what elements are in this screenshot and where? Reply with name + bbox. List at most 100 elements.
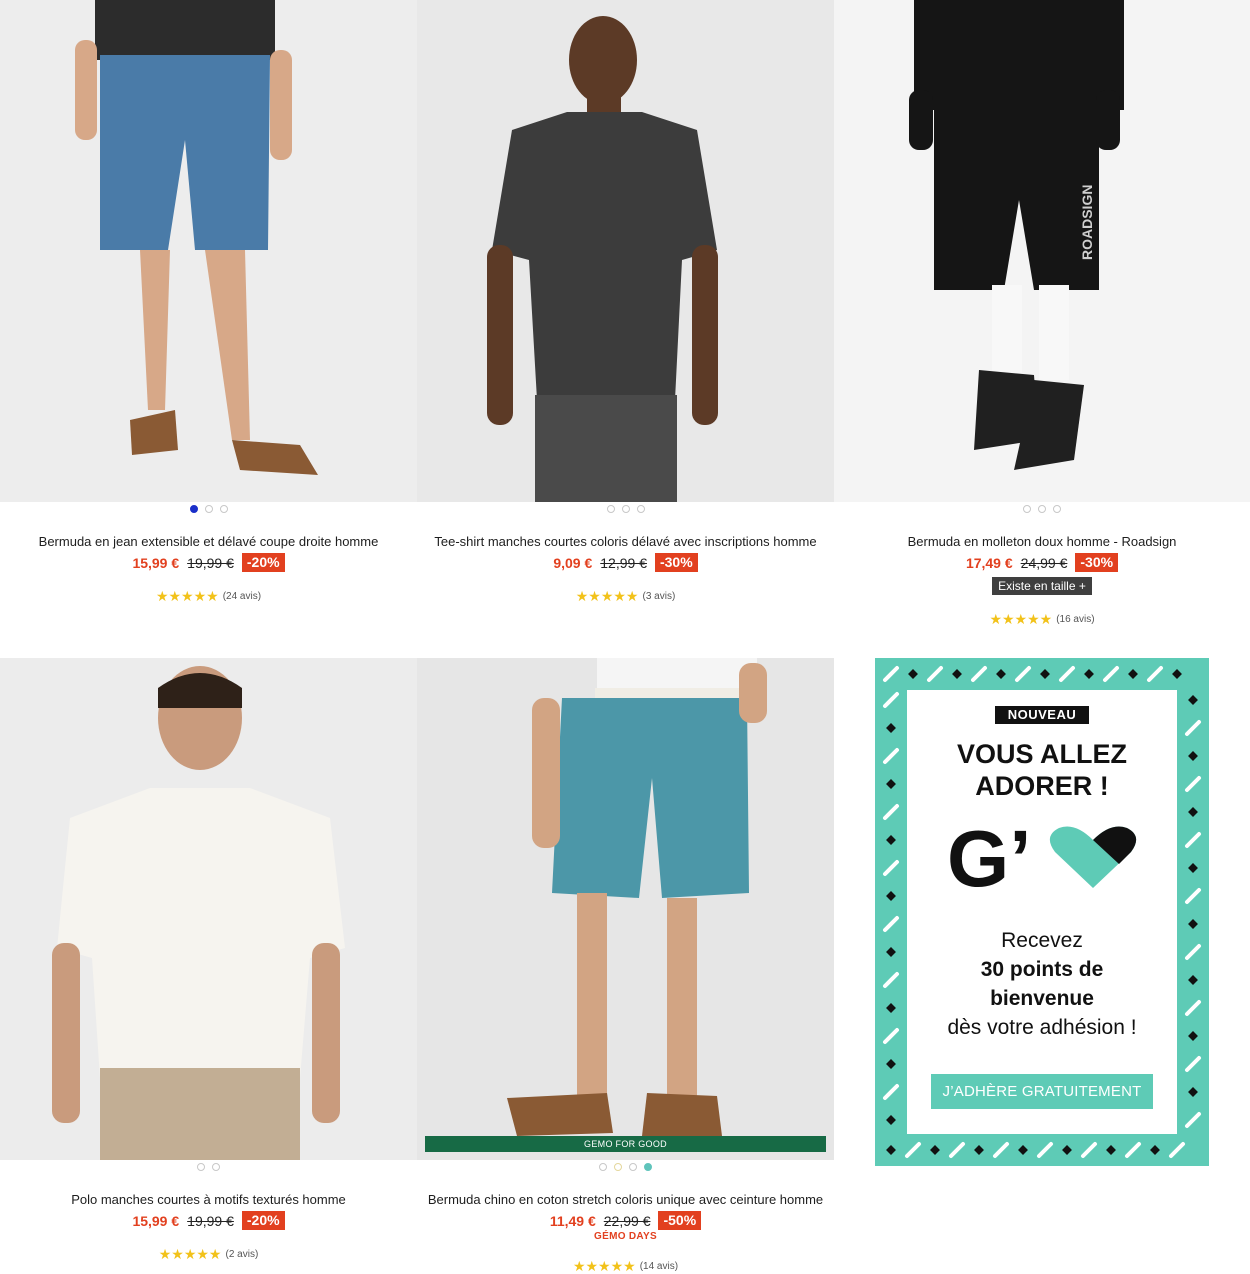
review-count: (3 avis): [642, 590, 676, 602]
pattern-dash: [949, 1142, 965, 1158]
product-photo-tee-shirt: [417, 0, 834, 502]
carousel-dot[interactable]: [197, 1163, 205, 1171]
rating[interactable]: ★★★★★ (14 avis): [417, 1259, 834, 1273]
promo-text: Recevez: [1001, 929, 1083, 952]
carousel-dot[interactable]: [614, 1163, 622, 1171]
pattern-diamond: [886, 723, 896, 733]
pattern-diamond: [1188, 807, 1198, 817]
pattern-diamond: [1018, 1145, 1028, 1155]
product-title[interactable]: Bermuda chino en coton stretch coloris u…: [417, 1192, 834, 1207]
pattern-dash: [1185, 832, 1201, 848]
current-price: 17,49 €: [965, 554, 1013, 571]
image-carousel-dots[interactable]: [0, 505, 417, 513]
pattern-diamond: [886, 1115, 896, 1125]
star-rating-icon: ★★★★★: [572, 1258, 636, 1274]
pattern-dash: [1059, 666, 1075, 682]
promo-text-bold: bienvenue: [990, 987, 1094, 1010]
pattern-diamond: [886, 835, 896, 845]
pattern-dash: [971, 666, 987, 682]
pattern-dash: [1185, 944, 1201, 960]
pattern-diamond: [886, 1003, 896, 1013]
product-title[interactable]: Bermuda en molleton doux homme - Roadsig…: [834, 534, 1250, 549]
rating[interactable]: ★★★★★ (16 avis): [834, 612, 1250, 626]
pattern-diamond: [1188, 919, 1198, 929]
star-rating-icon: ★★★★★: [158, 1246, 222, 1262]
product-title[interactable]: Tee-shirt manches courtes coloris délavé…: [417, 534, 834, 549]
product-title[interactable]: Bermuda en jean extensible et délavé cou…: [0, 534, 417, 549]
current-price: 9,09 €: [553, 554, 593, 571]
pattern-dash: [1185, 1056, 1201, 1072]
carousel-dot[interactable]: [189, 505, 198, 513]
product-image[interactable]: [0, 658, 417, 1160]
pattern-dash: [1185, 1112, 1201, 1128]
pattern-diamond: [930, 1145, 940, 1155]
gemo-for-good-banner: GEMO FOR GOOD: [425, 1136, 826, 1152]
pattern-diamond: [1084, 669, 1094, 679]
discount-badge: -30%: [1075, 553, 1119, 572]
rating[interactable]: ★★★★★ (24 avis): [0, 589, 417, 603]
carousel-dot[interactable]: [1023, 505, 1031, 513]
pattern-dash: [883, 666, 899, 682]
review-count: (24 avis): [222, 590, 262, 602]
star-rating-icon: ★★★★★: [155, 588, 219, 604]
product-photo-jean-bermuda: [0, 0, 417, 502]
carousel-dot[interactable]: [606, 505, 615, 513]
rating[interactable]: ★★★★★ (2 avis): [0, 1247, 417, 1261]
pattern-dash: [1185, 888, 1201, 904]
carousel-dot[interactable]: [1053, 505, 1061, 513]
current-price: 15,99 €: [132, 1212, 180, 1229]
carousel-dot[interactable]: [636, 505, 645, 513]
carousel-dot[interactable]: [644, 1163, 652, 1171]
product-image[interactable]: ROADSIGN: [834, 0, 1250, 502]
pattern-diamond: [952, 669, 962, 679]
star-rating-icon: ★★★★★: [989, 611, 1053, 627]
carousel-dot[interactable]: [212, 1163, 220, 1171]
pattern-dash: [883, 860, 899, 876]
pattern-dash: [1081, 1142, 1097, 1158]
carousel-dot[interactable]: [219, 505, 228, 513]
size-tag-row: Existe en taille +: [834, 577, 1250, 595]
size-plus-tag[interactable]: Existe en taille +: [992, 577, 1092, 595]
pattern-diamond: [908, 669, 918, 679]
rating[interactable]: ★★★★★ (3 avis): [417, 589, 834, 603]
product-image[interactable]: [0, 0, 417, 502]
pattern-diamond: [1040, 669, 1050, 679]
discount-badge: -20%: [241, 1211, 285, 1230]
image-carousel-dots[interactable]: [834, 505, 1250, 513]
price-row: 11,49 € 22,99 € -50%: [417, 1211, 834, 1230]
pattern-diamond: [996, 669, 1006, 679]
old-price: 22,99 €: [603, 1212, 651, 1229]
pattern-dash: [883, 1028, 899, 1044]
carousel-dot[interactable]: [621, 505, 630, 513]
promo-headline: VOUS ALLEZ: [956, 739, 1127, 769]
pattern-dash: [927, 666, 943, 682]
pattern-diamond: [1172, 669, 1182, 679]
join-free-button[interactable]: J’ADHÈRE GRATUITEMENT: [931, 1074, 1153, 1109]
carousel-dot[interactable]: [629, 1163, 637, 1171]
loyalty-promo-tile[interactable]: NOUVEAU VOUS ALLEZ ADORER ! G’ Recevez 3…: [875, 658, 1209, 1166]
pattern-dash: [905, 1142, 921, 1158]
current-price: 15,99 €: [132, 554, 180, 571]
old-price: 19,99 €: [187, 554, 234, 571]
product-image[interactable]: [417, 0, 834, 502]
price-row: 17,49 € 24,99 € -30%: [834, 553, 1250, 572]
pattern-diamond: [886, 1059, 896, 1069]
current-price: 11,49 €: [549, 1212, 596, 1229]
pattern-diamond: [886, 891, 896, 901]
pattern-dash: [1037, 1142, 1053, 1158]
image-carousel-dots[interactable]: [417, 1163, 834, 1171]
carousel-dot[interactable]: [204, 505, 213, 513]
new-badge: NOUVEAU: [995, 706, 1089, 724]
image-carousel-dots[interactable]: [417, 505, 834, 513]
product-photo-polo: [0, 658, 417, 1160]
image-carousel-dots[interactable]: [0, 1163, 417, 1171]
pattern-dash: [1125, 1142, 1141, 1158]
product-image[interactable]: GEMO FOR GOOD: [417, 658, 834, 1160]
pattern-diamond: [1188, 695, 1198, 705]
carousel-dot[interactable]: [1038, 505, 1046, 513]
product-title[interactable]: Polo manches courtes à motifs texturés h…: [0, 1192, 417, 1207]
pattern-diamond: [974, 1145, 984, 1155]
pattern-dash: [1015, 666, 1031, 682]
old-price: 12,99 €: [600, 554, 647, 571]
carousel-dot[interactable]: [599, 1163, 607, 1171]
